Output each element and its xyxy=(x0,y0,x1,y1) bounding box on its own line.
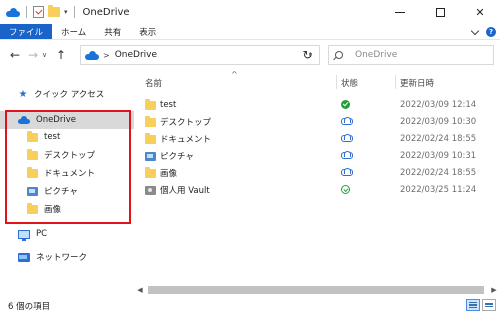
minimize-icon xyxy=(395,11,405,13)
details-view-icon xyxy=(469,301,477,304)
cloud-only-icon xyxy=(341,151,353,159)
folder-icon xyxy=(145,116,156,127)
forward-button[interactable]: → xyxy=(24,45,42,65)
file-row[interactable]: デスクトップ 2022/03/09 10:30 xyxy=(140,113,494,131)
cloud-only-icon xyxy=(341,134,353,142)
folder-icon xyxy=(145,167,156,178)
minimize-button[interactable] xyxy=(380,0,420,24)
navigation-pane: ★ クイック アクセス OneDrive test デスクトップ ドキュメント … xyxy=(0,70,134,292)
search-box[interactable]: OneDrive xyxy=(328,45,494,65)
close-button[interactable]: ✕ xyxy=(460,0,500,24)
nav-item-quick-access[interactable]: ★ クイック アクセス xyxy=(0,85,134,103)
scroll-thumb[interactable] xyxy=(148,286,484,294)
address-bar[interactable]: > OneDrive ∨ xyxy=(80,45,320,65)
file-row[interactable]: 画像 2022/02/24 18:55 xyxy=(140,164,494,182)
nav-item-onedrive[interactable]: OneDrive xyxy=(0,111,134,129)
pictures-folder-icon xyxy=(27,186,38,196)
available-offline-icon xyxy=(341,185,350,194)
folder-icon xyxy=(27,130,38,142)
onedrive-app-icon xyxy=(6,7,20,17)
tab-file[interactable]: ファイル xyxy=(0,24,53,39)
onedrive-cloud-icon xyxy=(18,116,30,124)
help-icon[interactable]: ? xyxy=(486,27,496,37)
maximize-button[interactable] xyxy=(420,0,460,24)
large-icons-view-button[interactable] xyxy=(482,299,496,311)
properties-icon[interactable] xyxy=(33,6,44,18)
column-header-modified[interactable]: 更新日時 xyxy=(400,77,434,89)
tab-share[interactable]: 共有 xyxy=(95,24,130,39)
item-count: 6 個の項目 xyxy=(8,301,51,312)
new-folder-icon[interactable] xyxy=(48,5,60,17)
details-view-icon xyxy=(469,306,477,309)
nav-item-pc[interactable]: PC xyxy=(0,225,134,243)
nav-item-test[interactable]: test xyxy=(0,128,134,146)
scroll-track[interactable] xyxy=(146,286,488,294)
column-header-name[interactable]: 名前 xyxy=(145,77,162,89)
file-list: ^ 名前 状態 更新日時 test 2022/03/09 12:14 デスクトッ… xyxy=(140,70,500,292)
quick-access-toolbar-dropdown-icon[interactable]: ▾ xyxy=(64,8,68,16)
folder-icon xyxy=(27,148,38,160)
folder-icon xyxy=(145,99,156,110)
always-available-icon xyxy=(341,100,350,109)
title-separator xyxy=(26,6,27,18)
column-divider[interactable] xyxy=(395,75,396,89)
scroll-left-icon[interactable]: ◀ xyxy=(134,286,146,294)
large-icons-view-icon xyxy=(485,303,493,305)
nav-item-network[interactable]: ネットワーク xyxy=(0,248,134,266)
address-separator[interactable]: > xyxy=(103,51,110,60)
recent-locations-button[interactable]: ∨ xyxy=(42,51,52,59)
details-view-button[interactable] xyxy=(466,299,480,311)
ribbon-tabs: ファイル ホーム 共有 表示 ? xyxy=(0,24,500,40)
file-row[interactable]: 個人用 Vault 2022/03/25 11:24 xyxy=(140,181,494,199)
nav-item-desktop[interactable]: デスクトップ xyxy=(0,146,134,164)
nav-item-pictures[interactable]: ピクチャ xyxy=(0,182,134,200)
file-row[interactable]: ピクチャ 2022/03/09 10:31 xyxy=(140,147,494,165)
tab-view[interactable]: 表示 xyxy=(130,24,165,39)
folder-icon xyxy=(145,133,156,144)
status-bar: 6 個の項目 xyxy=(0,296,500,315)
title-bar: ▾ OneDrive ✕ xyxy=(0,0,500,24)
expand-ribbon-icon[interactable] xyxy=(470,26,480,35)
close-icon: ✕ xyxy=(475,5,485,19)
title-separator xyxy=(73,6,75,18)
back-button[interactable]: ← xyxy=(6,45,24,65)
address-path[interactable]: OneDrive xyxy=(115,50,157,60)
scroll-right-icon[interactable]: ▶ xyxy=(488,286,500,294)
nav-item-documents[interactable]: ドキュメント xyxy=(0,164,134,182)
search-icon xyxy=(335,51,343,59)
sort-ascending-icon: ^ xyxy=(231,70,238,79)
large-icons-view-icon xyxy=(485,305,493,307)
maximize-icon xyxy=(435,7,445,17)
window-title: OneDrive xyxy=(82,6,130,18)
tab-home[interactable]: ホーム xyxy=(52,24,95,39)
folder-icon xyxy=(27,166,38,178)
file-row[interactable]: ドキュメント 2022/02/24 18:55 xyxy=(140,130,494,148)
network-icon xyxy=(18,252,30,262)
cloud-only-icon xyxy=(341,168,353,176)
column-divider[interactable] xyxy=(336,75,337,89)
up-button[interactable]: ↑ xyxy=(52,45,70,65)
pc-icon xyxy=(18,229,30,241)
horizontal-scrollbar[interactable]: ◀ ▶ xyxy=(134,284,500,296)
details-view-icon xyxy=(469,304,477,306)
onedrive-cloud-icon xyxy=(85,50,99,60)
pictures-folder-icon xyxy=(145,152,156,161)
cloud-only-icon xyxy=(341,117,353,125)
star-icon: ★ xyxy=(18,88,28,100)
vault-icon xyxy=(145,186,156,195)
file-row[interactable]: test 2022/03/09 12:14 xyxy=(140,96,494,114)
search-input[interactable]: OneDrive xyxy=(355,50,397,60)
nav-item-images[interactable]: 画像 xyxy=(0,200,134,218)
folder-icon xyxy=(27,202,38,214)
navigation-bar: ← → ∨ ↑ > OneDrive ∨ ↻ OneDrive xyxy=(0,40,500,70)
refresh-button[interactable]: ↻ xyxy=(296,45,320,65)
column-header-status[interactable]: 状態 xyxy=(341,77,358,89)
